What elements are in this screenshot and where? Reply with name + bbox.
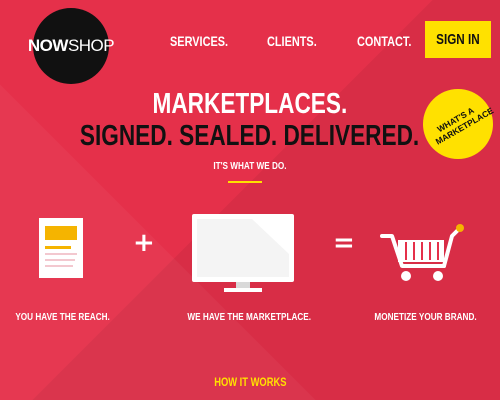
whats-a-marketplace-badge[interactable]: WHAT'S A MARKETPLACE [423,89,496,159]
badge-label: WHAT'S A MARKETPLACE [433,105,496,147]
shopping-cart-icon [380,224,464,281]
document-icon [39,218,83,278]
logo-shop-text: SHOP [67,36,115,55]
caption-marketplace-text: WE HAVE THE MARKETPLACE. [187,311,312,323]
nav-contact-label: CONTACT. [357,33,412,49]
logo[interactable]: NOW SHOP [28,8,115,84]
caption-reach-text: YOU HAVE THE REACH. [15,311,110,323]
monitor-icon [192,214,294,292]
nav-services[interactable]: SERVICES. [170,33,244,49]
how-it-works-label: HOW IT WORKS [213,375,287,389]
sign-in-button[interactable]: SIGN IN [425,21,491,58]
sign-in-label: SIGN IN [436,31,480,48]
equals-sign: = [333,228,355,258]
nav-contact[interactable]: CONTACT. [357,33,427,49]
how-it-works-link[interactable]: HOW IT WORKS [0,375,500,389]
tagline: IT'S WHAT WE DO. [0,160,500,172]
plus-sign: + [133,228,155,258]
hero-title-text: MARKETPLACES. [152,88,348,120]
caption-monetize: MONETIZE YOUR BRAND. [360,311,490,323]
logo-now-text: NOW [27,36,69,55]
nav-clients-label: CLIENTS. [267,33,317,49]
tagline-underline [228,181,262,183]
caption-reach: YOU HAVE THE REACH. [0,311,125,323]
tagline-text: IT'S WHAT WE DO. [213,160,287,172]
nav-clients[interactable]: CLIENTS. [267,33,331,49]
caption-monetize-text: MONETIZE YOUR BRAND. [374,311,477,323]
caption-marketplace: WE HAVE THE MARKETPLACE. [170,311,315,323]
nav-services-label: SERVICES. [170,33,229,49]
hero-subtitle-text: SIGNED. SEALED. DELIVERED. [80,120,420,152]
